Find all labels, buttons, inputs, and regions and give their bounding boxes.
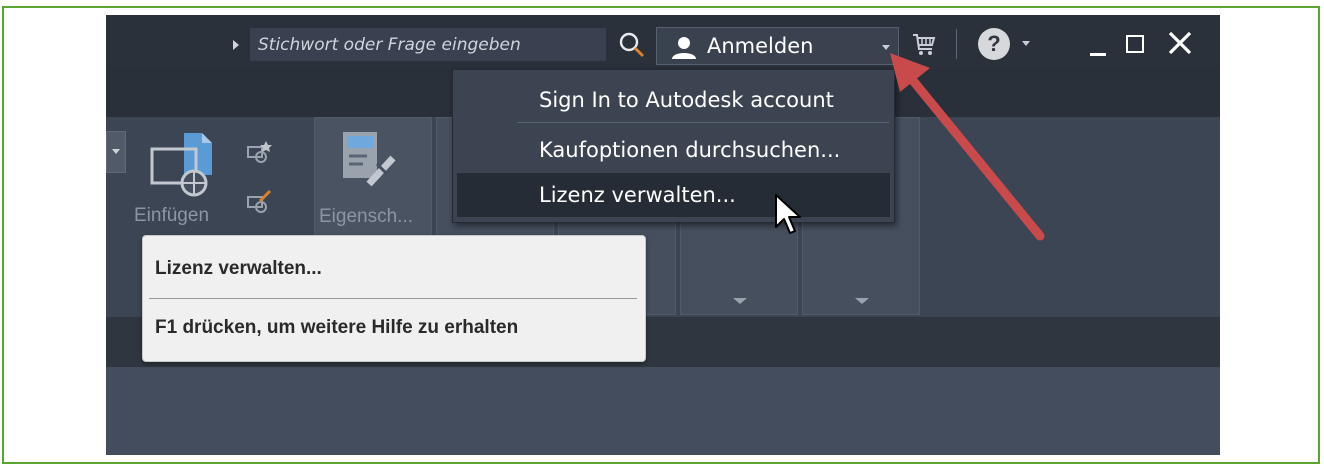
- user-icon: [672, 37, 696, 59]
- insert-label: Einfügen: [134, 205, 210, 226]
- create-block-icon[interactable]: [246, 139, 272, 165]
- title-bar: Anmelden ?: [106, 15, 1220, 67]
- tooltip-divider: [149, 298, 637, 299]
- menu-divider: [517, 122, 889, 123]
- chevron-down-icon: [112, 149, 120, 154]
- close-icon[interactable]: [1166, 29, 1194, 57]
- panel-expand-icon[interactable]: [733, 298, 747, 304]
- help-chevron-down-icon[interactable]: [1022, 41, 1030, 46]
- tooltip: Lizenz verwalten... F1 drücken, um weite…: [142, 235, 646, 362]
- menu-item-sign-in-autodesk[interactable]: Sign In to Autodesk account: [457, 78, 890, 122]
- ribbon-dropdown-button[interactable]: [106, 131, 126, 173]
- panel-expand-icon[interactable]: [855, 298, 869, 304]
- drawing-area[interactable]: [106, 367, 1220, 455]
- signin-dropdown-menu: Sign In to Autodesk account Kaufoptionen…: [452, 69, 895, 223]
- properties-label: Eigensch...: [319, 206, 413, 227]
- help-icon[interactable]: ?: [978, 28, 1010, 60]
- properties-icon: [343, 132, 396, 187]
- menu-item-manage-license[interactable]: Lizenz verwalten...: [457, 173, 890, 217]
- signin-chevron-down-icon: [882, 45, 890, 50]
- cursor-icon: [775, 194, 801, 234]
- search-icon[interactable]: [616, 29, 648, 61]
- edit-block-icon[interactable]: [246, 189, 272, 215]
- maximize-icon[interactable]: [1126, 35, 1144, 53]
- cart-icon[interactable]: [910, 30, 938, 58]
- menu-item-purchase-options[interactable]: Kaufoptionen durchsuchen...: [457, 128, 890, 172]
- signin-button[interactable]: Anmelden: [656, 27, 899, 65]
- insert-block-icon: [150, 133, 212, 197]
- tooltip-title: Lizenz verwalten...: [155, 258, 322, 279]
- toolbar-separator: [956, 29, 957, 59]
- expand-search-icon[interactable]: [233, 40, 239, 50]
- tooltip-hint: F1 drücken, um weitere Hilfe zu erhalten: [155, 317, 519, 338]
- search-input[interactable]: [250, 28, 606, 61]
- minimize-icon[interactable]: [1090, 53, 1106, 56]
- signin-label: Anmelden: [707, 34, 814, 58]
